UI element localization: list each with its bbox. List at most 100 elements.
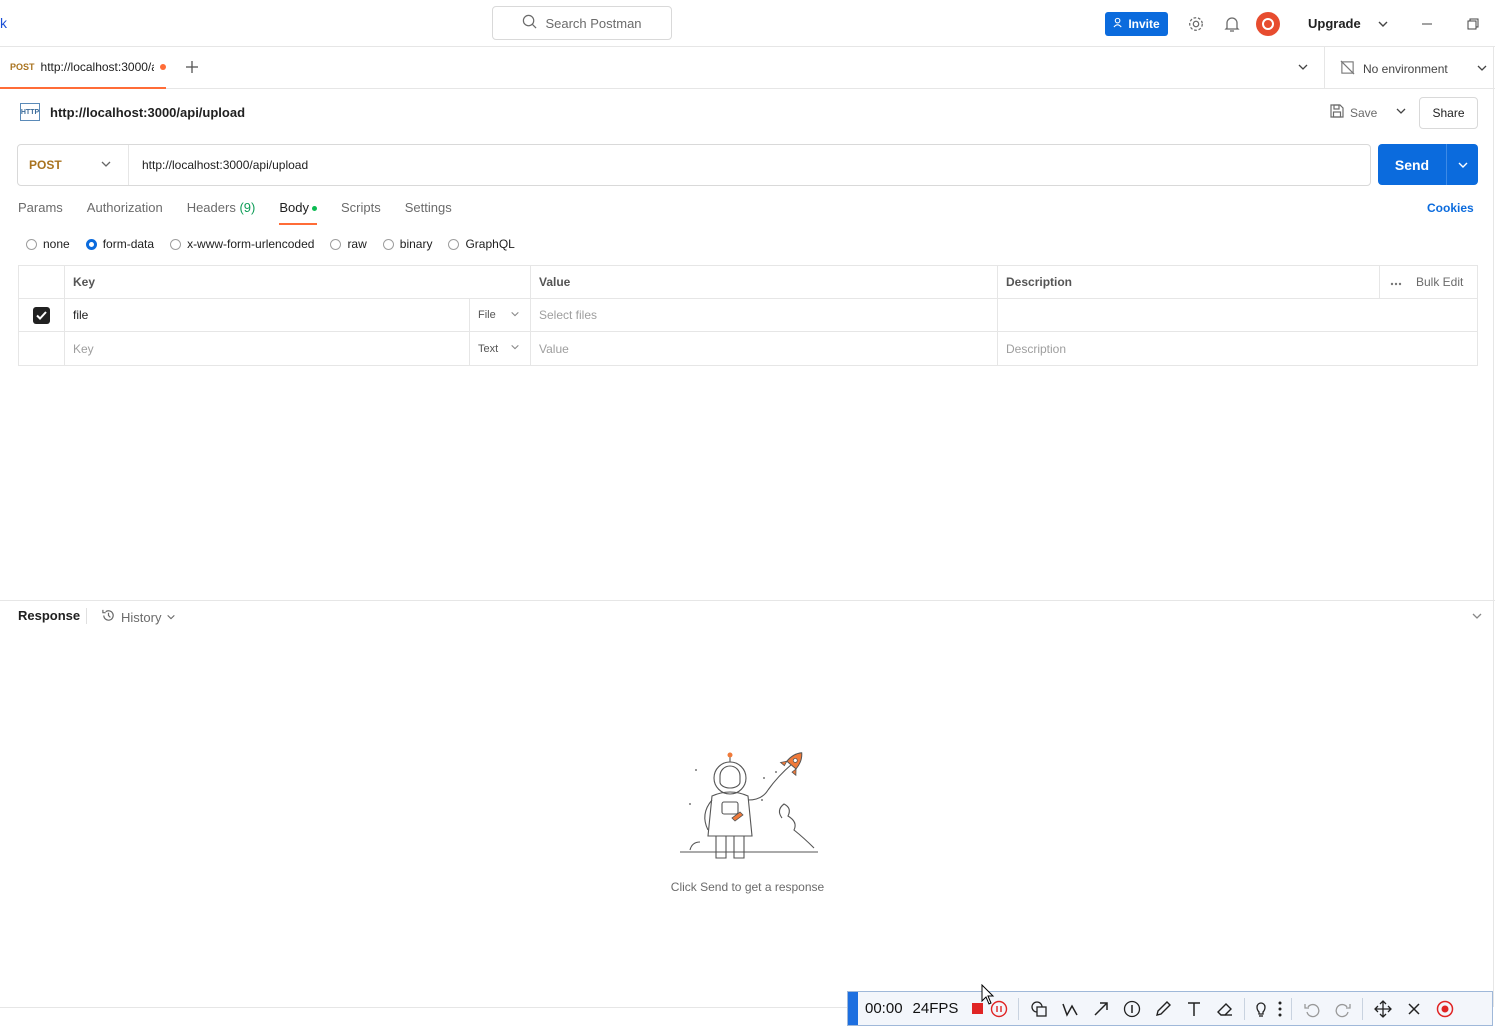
add-user-icon (1113, 17, 1124, 31)
more-vertical-icon[interactable] (1273, 991, 1287, 1026)
toolbar-divider (1291, 997, 1293, 1020)
search-box[interactable]: Search Postman (492, 6, 672, 40)
search-icon (522, 14, 537, 32)
tab-url: http://localhost:3000/a (40, 60, 155, 74)
text-tool-icon[interactable] (1178, 991, 1209, 1026)
radio-form-data[interactable]: form-data (85, 237, 155, 251)
send-options-chevron-icon[interactable] (1447, 159, 1478, 171)
restore-window-icon[interactable] (1463, 14, 1483, 34)
shapes-icon[interactable] (1023, 991, 1054, 1026)
table-row-empty: Key Text Value Description (19, 332, 1477, 365)
row-type-select[interactable]: Text (470, 332, 531, 365)
request-tab[interactable]: POST http://localhost:3000/a (0, 47, 166, 89)
row-type-select[interactable]: File (470, 299, 531, 331)
radio-label: none (43, 237, 70, 251)
select-files-button[interactable]: Select files (531, 299, 998, 331)
window-title-fragment: k (0, 15, 7, 31)
radio-none[interactable]: none (26, 237, 70, 251)
method-select[interactable]: POST (18, 145, 129, 185)
value-input[interactable]: Value (531, 332, 998, 365)
radio-label: form-data (102, 237, 155, 251)
save-icon (1330, 104, 1344, 121)
radio-graphql[interactable]: GraphQL (448, 237, 515, 251)
tab-headers[interactable]: Headers (9) (187, 200, 256, 225)
http-icon: HTTP (20, 103, 40, 121)
tab-body[interactable]: Body (279, 200, 317, 225)
upgrade-button[interactable]: Upgrade (1308, 16, 1361, 31)
mouse-cursor-icon (981, 983, 995, 1009)
radio-circle-icon (26, 238, 37, 250)
title-bar: k Search Postman Invite Upgrade (0, 0, 1495, 47)
no-environment-icon (1340, 60, 1355, 78)
radio-raw[interactable]: raw (330, 237, 367, 251)
save-label: Save (1350, 105, 1378, 120)
row-key-cell[interactable]: file (65, 299, 470, 331)
step-number-icon[interactable] (1116, 991, 1147, 1026)
url-input[interactable] (129, 158, 1370, 172)
response-title-divider (86, 608, 87, 624)
polyline-icon[interactable] (1054, 991, 1085, 1026)
pencil-icon[interactable] (1147, 991, 1178, 1026)
cookies-link[interactable]: Cookies (1427, 201, 1474, 215)
env-divider (1324, 47, 1325, 89)
tab-settings[interactable]: Settings (405, 200, 452, 225)
settings-gear-icon[interactable] (1186, 14, 1206, 34)
key-input[interactable]: Key (65, 332, 470, 365)
environment-label: No environment (1363, 62, 1448, 76)
notification-bell-icon[interactable] (1222, 14, 1242, 34)
request-title: HTTP http://localhost:3000/api/upload (20, 103, 245, 121)
header-value: Value (531, 266, 998, 298)
method-label: POST (29, 158, 62, 172)
url-bar: POST (17, 144, 1371, 186)
row-description-cell[interactable] (998, 299, 1477, 331)
move-icon[interactable] (1367, 991, 1398, 1026)
close-icon[interactable] (1398, 991, 1429, 1026)
request-name[interactable]: http://localhost:3000/api/upload (50, 105, 245, 120)
tab-authorization[interactable]: Authorization (87, 200, 163, 225)
save-button[interactable]: Save (1330, 104, 1407, 121)
user-avatar[interactable] (1256, 12, 1280, 36)
minimize-window-icon[interactable] (1417, 14, 1437, 34)
more-options-icon[interactable] (1390, 275, 1402, 289)
chevron-down-icon (100, 158, 112, 173)
row-type-label: Text (478, 342, 499, 355)
unsaved-dot-icon (160, 64, 166, 70)
environment-selector[interactable]: No environment (1340, 60, 1488, 78)
collapse-response-chevron-icon[interactable] (1471, 610, 1483, 625)
toolbar-divider (1018, 997, 1020, 1020)
page-bottom-border (0, 1007, 848, 1008)
recorder-drag-handle[interactable] (848, 992, 858, 1025)
row-checkbox[interactable] (19, 299, 65, 331)
invite-button[interactable]: Invite (1105, 12, 1168, 36)
request-subtabs: Params Authorization Headers (9) Body Sc… (18, 200, 452, 225)
eraser-icon[interactable] (1209, 991, 1240, 1026)
body-type-radios: none form-data x-www-form-urlencoded raw… (26, 237, 515, 251)
history-button[interactable]: History (101, 608, 176, 626)
response-title: Response (18, 608, 81, 623)
share-button[interactable]: Share (1419, 97, 1478, 129)
description-input[interactable]: Description (998, 332, 1477, 365)
add-tab-icon[interactable] (185, 58, 199, 79)
radio-urlencoded[interactable]: x-www-form-urlencoded (170, 237, 314, 251)
chevron-down-icon[interactable] (1373, 14, 1393, 34)
request-tab-bar: POST http://localhost:3000/a No environm… (0, 47, 1495, 89)
arrow-icon[interactable] (1085, 991, 1116, 1026)
highlight-bulb-icon[interactable] (1249, 991, 1273, 1026)
save-options-chevron-icon[interactable] (1395, 105, 1407, 120)
tab-params[interactable]: Params (18, 200, 63, 225)
send-button[interactable]: Send (1378, 144, 1478, 185)
tab-headers-label: Headers (186, 200, 236, 215)
astronaut-rocket-illustration (672, 748, 822, 866)
checkbox-checked-icon[interactable] (33, 306, 50, 324)
record-icon[interactable] (1429, 991, 1460, 1026)
radio-circle-icon (170, 238, 182, 250)
radio-label: raw (347, 237, 367, 251)
history-label: History (121, 609, 162, 625)
undo-icon[interactable] (1296, 991, 1327, 1026)
tab-scripts[interactable]: Scripts (341, 200, 381, 225)
bulk-edit-button[interactable]: Bulk Edit (1380, 266, 1477, 298)
radio-binary[interactable]: binary (382, 237, 432, 251)
tab-list-chevron-icon[interactable] (1297, 61, 1309, 76)
search-placeholder: Search Postman (545, 15, 642, 31)
redo-icon[interactable] (1327, 991, 1358, 1026)
